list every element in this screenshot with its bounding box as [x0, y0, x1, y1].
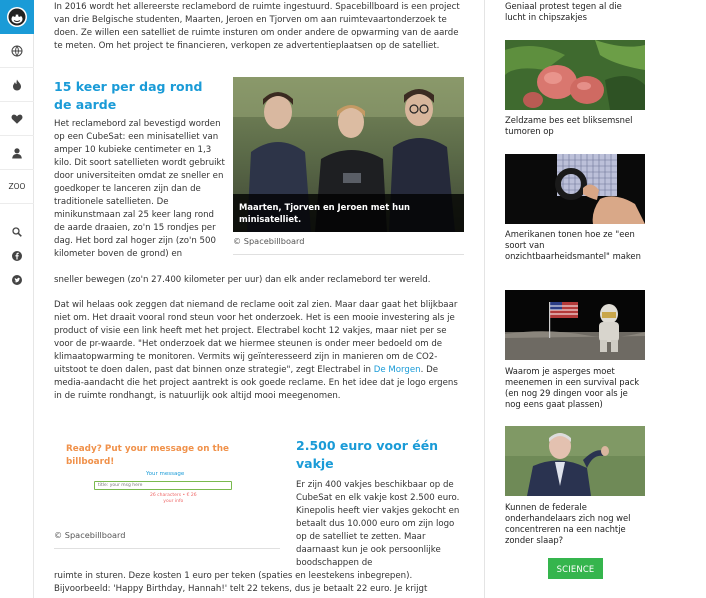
- globe-icon[interactable]: [0, 34, 34, 68]
- related-title-5[interactable]: Kunnen de federale onderhandelaars zich …: [505, 502, 645, 546]
- billboard-title: Ready? Put your message on the billboard…: [66, 444, 229, 467]
- related-title-2[interactable]: Zeldzame bes eet bliksemsnel tumoren op: [505, 115, 645, 137]
- related-title-3[interactable]: Amerikanen tonen hoe ze "een soort van o…: [505, 229, 645, 262]
- related-thumb-4[interactable]: [505, 290, 645, 360]
- figure-billboard: Ready? Put your message on the billboard…: [54, 433, 280, 549]
- column-divider: [484, 0, 485, 598]
- billboard-credit: © Spacebillboard: [54, 529, 280, 549]
- paragraph-3-full: ruimte in sturen. Deze kosten 1 euro per…: [54, 571, 428, 594]
- figure-students: Maarten, Tjorven en Jeroen met hun minis…: [233, 77, 464, 255]
- related-title-1[interactable]: Geniaal protest tegen al die lucht in ch…: [505, 1, 645, 23]
- related-thumb-3[interactable]: [505, 154, 645, 224]
- paragraph-1-full: sneller bewegen (zo'n 27.400 kilometer p…: [54, 275, 431, 285]
- related-title-4[interactable]: Waarom je asperges moet meenemen in een …: [505, 366, 645, 410]
- related-thumb-2[interactable]: [505, 40, 645, 110]
- paragraph-2-text-a: Dat wil helaas ook zeggen dat niemand de…: [54, 300, 458, 375]
- students-photo: Maarten, Tjorven en Jeroen met hun minis…: [233, 77, 464, 232]
- photo-caption: Maarten, Tjorven en Jeroen met hun minis…: [233, 194, 464, 232]
- search-icon[interactable]: [0, 220, 34, 244]
- heart-icon[interactable]: [0, 102, 34, 136]
- section-heading-1: 15 keer per dag rond de aarde: [54, 79, 203, 112]
- monkey-logo-icon[interactable]: [0, 0, 34, 34]
- flame-icon[interactable]: [0, 68, 34, 102]
- related-thumb-5[interactable]: [505, 426, 645, 496]
- zoo-label: ZOO: [8, 182, 26, 191]
- de-morgen-link[interactable]: De Morgen: [374, 365, 421, 375]
- science-button[interactable]: SCIENCE: [548, 558, 603, 579]
- photo-credit: © Spacebillboard: [233, 235, 464, 255]
- billboard-screenshot: Ready? Put your message on the billboard…: [54, 433, 280, 523]
- intro-paragraph: In 2016 wordt het allereerste reclamebor…: [54, 2, 460, 51]
- billboard-label: Your message: [146, 471, 185, 477]
- paragraph-2: Dat wil helaas ook zeggen dat niemand de…: [54, 299, 464, 403]
- twitter-icon[interactable]: [0, 268, 34, 292]
- billboard-input: title: your msg here: [94, 481, 232, 490]
- paragraph-1-float: Het reclamebord zal bevestigd worden op …: [54, 119, 225, 259]
- billboard-note-2: your info: [163, 499, 184, 504]
- section-heading-2: 2.500 euro voor één vakje: [296, 438, 439, 471]
- user-icon[interactable]: [0, 136, 34, 170]
- paragraph-3-float: Er zijn 400 vakjes beschikbaar op de Cub…: [296, 480, 460, 568]
- zoo-link[interactable]: ZOO: [0, 170, 34, 204]
- facebook-icon[interactable]: [0, 244, 34, 268]
- icon-rail: ZOO: [0, 0, 34, 598]
- billboard-note: 26 characters • € 26 your info: [150, 493, 197, 505]
